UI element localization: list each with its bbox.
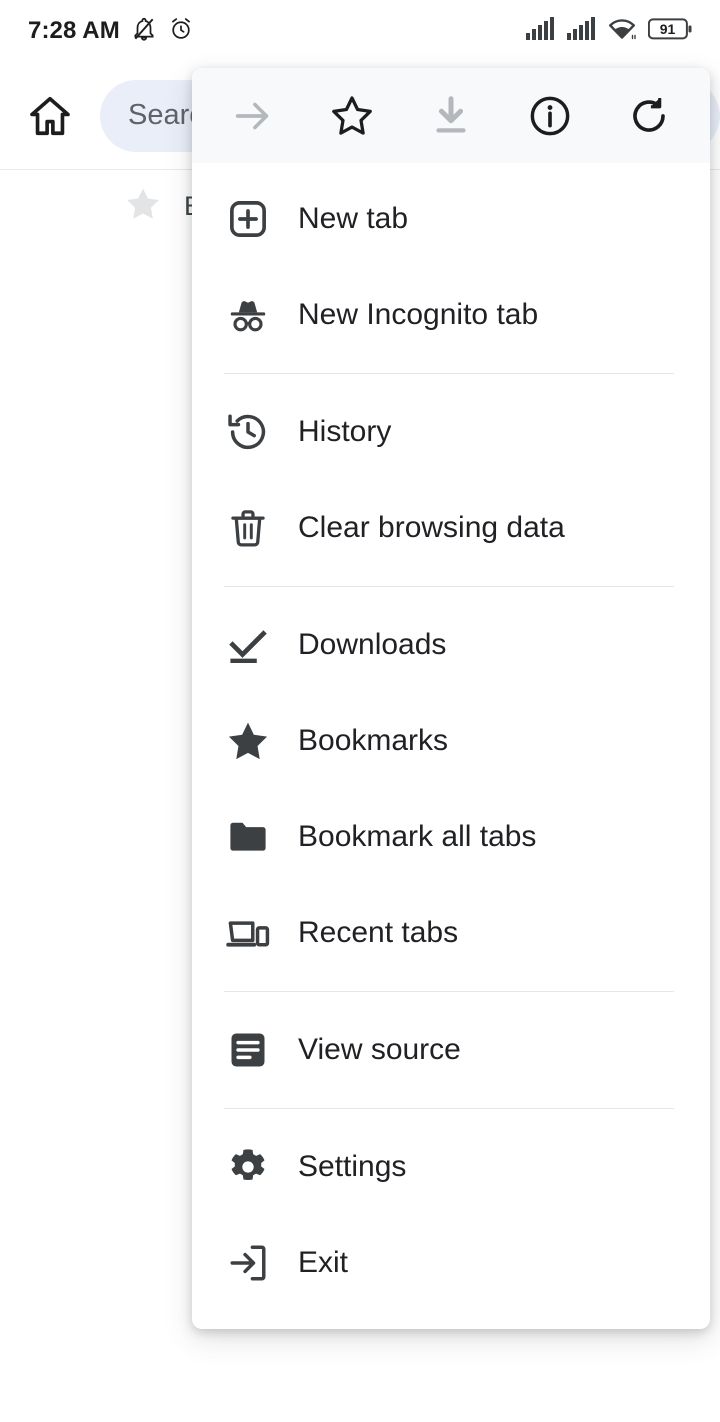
status-time: 7:28 AM <box>28 17 120 44</box>
menu-item-label: New tab <box>298 202 409 235</box>
browser-overflow-menu: New tab New Incognito tab History Clear … <box>192 68 710 1329</box>
menu-item-label: Bookmarks <box>298 724 449 757</box>
forward-arrow-icon[interactable] <box>216 79 290 153</box>
alarm-icon <box>168 16 194 47</box>
notifications-off-icon <box>131 16 157 47</box>
menu-item-history[interactable]: History <box>192 384 710 480</box>
new-tab-icon <box>224 195 272 243</box>
menu-item-bookmark-all-tabs[interactable]: Bookmark all tabs <box>192 789 710 885</box>
menu-item-settings[interactable]: Settings <box>192 1119 710 1215</box>
menu-item-new-tab[interactable]: New tab <box>192 171 710 267</box>
star-outline-icon[interactable] <box>315 79 389 153</box>
menu-item-label: Bookmark all tabs <box>298 820 537 853</box>
menu-item-label: Settings <box>298 1150 407 1183</box>
menu-item-downloads[interactable]: Downloads <box>192 597 710 693</box>
menu-item-label: History <box>298 415 392 448</box>
home-icon[interactable] <box>22 88 78 144</box>
menu-item-label: View source <box>298 1033 461 1066</box>
wifi-icon <box>607 17 637 46</box>
downloads-icon <box>224 621 272 669</box>
star-filled-icon <box>124 185 162 228</box>
view-source-icon <box>224 1026 272 1074</box>
menu-item-label: Exit <box>298 1246 349 1279</box>
status-bar: 7:28 AM 91 <box>0 0 720 62</box>
menu-item-clear-browsing-data[interactable]: Clear browsing data <box>192 480 710 576</box>
battery-level-text: 91 <box>659 20 676 37</box>
folder-icon <box>224 813 272 861</box>
history-icon <box>224 408 272 456</box>
signal-bars-icon <box>525 16 555 46</box>
menu-separator <box>224 991 674 992</box>
status-bar-right: 91 <box>525 16 692 46</box>
menu-header-toolbar <box>192 68 710 163</box>
gear-icon <box>224 1143 272 1191</box>
trash-icon <box>224 504 272 552</box>
menu-item-new-incognito-tab[interactable]: New Incognito tab <box>192 267 710 363</box>
menu-separator <box>224 373 674 374</box>
download-icon[interactable] <box>414 79 488 153</box>
menu-item-label: Clear browsing data <box>298 511 565 544</box>
battery-icon: 91 <box>647 17 692 46</box>
menu-item-bookmarks[interactable]: Bookmarks <box>192 693 710 789</box>
menu-item-label: Recent tabs <box>298 916 459 949</box>
menu-item-exit[interactable]: Exit <box>192 1215 710 1311</box>
menu-item-label: New Incognito tab <box>298 298 539 331</box>
menu-item-list: New tab New Incognito tab History Clear … <box>192 163 710 1329</box>
menu-separator <box>224 1108 674 1109</box>
info-circle-icon[interactable] <box>513 79 587 153</box>
menu-item-view-source[interactable]: View source <box>192 1002 710 1098</box>
exit-icon <box>224 1239 272 1287</box>
incognito-icon <box>224 291 272 339</box>
signal-bars-icon <box>566 16 596 46</box>
star-filled-icon <box>224 717 272 765</box>
menu-item-label: Downloads <box>298 628 447 661</box>
menu-separator <box>224 586 674 587</box>
menu-item-recent-tabs[interactable]: Recent tabs <box>192 885 710 981</box>
status-bar-left: 7:28 AM <box>28 16 194 47</box>
reload-icon[interactable] <box>612 79 686 153</box>
recent-tabs-icon <box>224 909 272 957</box>
